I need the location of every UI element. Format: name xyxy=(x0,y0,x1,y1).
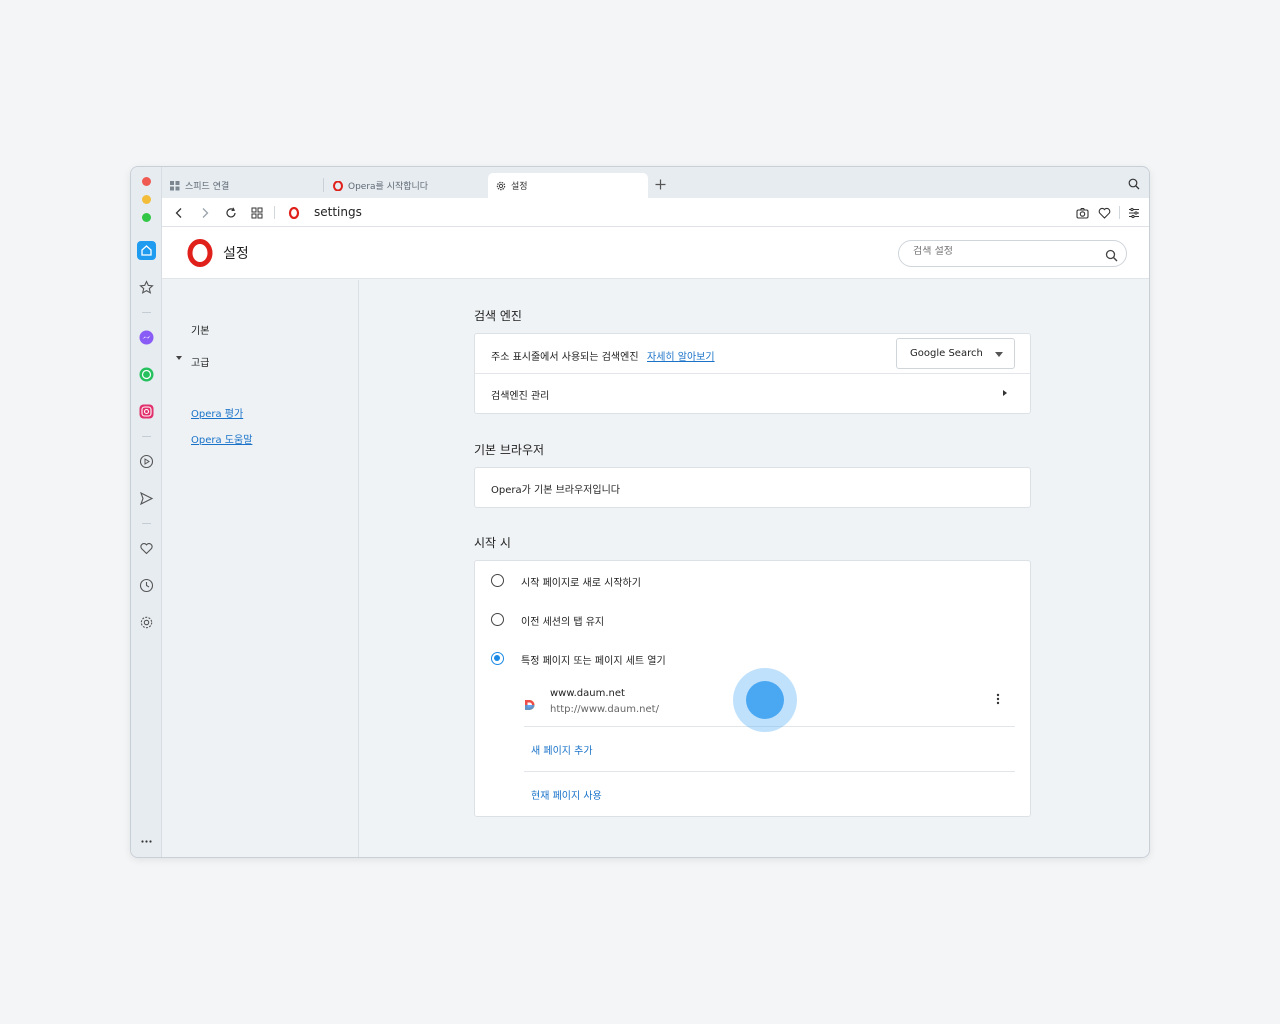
manage-search-engines-row[interactable]: 검색엔진 관리 xyxy=(475,374,1030,414)
default-browser-card: Opera가 기본 브라우저입니다 xyxy=(474,467,1031,508)
add-new-page-link[interactable]: 새 페이지 추가 xyxy=(531,742,593,757)
tab-opera-welcome[interactable]: Opera를 시작합니다 xyxy=(325,173,485,198)
rate-opera-link[interactable]: Opera 평가 xyxy=(191,405,243,420)
home-icon[interactable] xyxy=(137,241,156,260)
default-browser-section-title: 기본 브라우저 xyxy=(474,443,545,457)
settings-header: 설정 xyxy=(162,227,1149,279)
tab-label: 설정 xyxy=(511,182,528,192)
browser-window: 스피드 연결 Opera를 시작합니다 설정 settings 설정 검색 설정… xyxy=(130,166,1150,858)
address-bar: settings xyxy=(162,198,1149,227)
snapshot-icon[interactable] xyxy=(1073,204,1091,222)
maximize-window-button[interactable] xyxy=(142,213,151,222)
easy-setup-icon[interactable] xyxy=(1125,204,1143,222)
nav-basic[interactable]: 기본 xyxy=(191,322,209,337)
settings-gear-icon[interactable] xyxy=(137,613,156,632)
tab-speed-dial[interactable]: 스피드 연결 xyxy=(162,173,322,198)
nav-advanced[interactable]: 고급 xyxy=(191,354,209,369)
chevron-right-icon xyxy=(1003,390,1007,396)
expand-caret-icon[interactable] xyxy=(176,356,182,360)
opera-icon xyxy=(333,180,343,191)
url-text[interactable]: settings xyxy=(314,205,362,219)
selected-engine: Google Search xyxy=(910,348,983,359)
address-bar-engine-label: 주소 표시줄에서 사용되는 검색엔진 xyxy=(491,352,639,363)
sidebar-rail xyxy=(131,167,162,857)
startup-page-url: http://www.daum.net/ xyxy=(550,704,659,715)
search-engine-section-title: 검색 엔진 xyxy=(474,309,522,323)
use-current-pages-link[interactable]: 현재 페이지 사용 xyxy=(531,787,602,802)
reload-icon[interactable] xyxy=(222,204,240,222)
page-title: 설정 xyxy=(223,246,249,262)
opera-logo-icon xyxy=(187,239,213,271)
minimize-window-button[interactable] xyxy=(142,195,151,204)
more-icon[interactable] xyxy=(137,832,156,851)
chevron-down-icon xyxy=(995,352,1003,357)
player-icon[interactable] xyxy=(137,452,156,471)
opera-page-icon xyxy=(285,204,303,222)
tab-grid-icon[interactable] xyxy=(248,204,266,222)
daum-favicon-icon xyxy=(524,696,536,715)
new-tab-icon[interactable] xyxy=(653,177,667,191)
learn-more-link[interactable]: 자세히 알아보기 xyxy=(647,348,715,363)
pinboard-icon[interactable] xyxy=(137,278,156,297)
history-icon[interactable] xyxy=(137,576,156,595)
search-engine-select[interactable]: Google Search xyxy=(896,338,1015,369)
tab-settings[interactable]: 설정 xyxy=(488,173,648,198)
tab-label: 스피드 연결 xyxy=(185,182,230,192)
click-indicator xyxy=(746,681,784,719)
tab-label: Opera를 시작합니다 xyxy=(348,182,429,192)
settings-search-box[interactable] xyxy=(898,240,1127,267)
search-engine-card: 주소 표시줄에서 사용되는 검색엔진 자세히 알아보기 Google Searc… xyxy=(474,333,1031,414)
search-icon[interactable] xyxy=(1105,247,1118,266)
settings-search-input[interactable] xyxy=(913,246,1093,257)
radio-open-specific-pages[interactable] xyxy=(491,652,504,665)
radio-label: 시작 페이지로 새로 시작하기 xyxy=(521,578,641,589)
forward-icon[interactable] xyxy=(196,204,214,222)
send-icon[interactable] xyxy=(137,489,156,508)
heart-icon[interactable] xyxy=(137,539,156,558)
tab-search-icon[interactable] xyxy=(1127,177,1141,191)
radio-label: 특정 페이지 또는 페이지 세트 열기 xyxy=(521,656,666,667)
whatsapp-icon[interactable] xyxy=(137,365,156,384)
back-icon[interactable] xyxy=(170,204,188,222)
startup-page-title: www.daum.net xyxy=(550,688,625,699)
more-vert-icon[interactable] xyxy=(993,692,1003,706)
opera-help-link[interactable]: Opera 도움말 xyxy=(191,431,252,446)
settings-page: 설정 기본 고급 Opera 평가 Opera 도움말 검색 엔진 주소 표시줄… xyxy=(162,227,1149,857)
settings-left-nav: 기본 고급 Opera 평가 Opera 도움말 xyxy=(162,280,359,857)
gear-icon xyxy=(496,181,506,191)
close-window-button[interactable] xyxy=(142,177,151,186)
speed-dial-icon xyxy=(170,180,180,191)
default-browser-status: Opera가 기본 브라우저입니다 xyxy=(491,485,620,496)
radio-start-fresh[interactable] xyxy=(491,574,504,587)
radio-label: 이전 세션의 탭 유지 xyxy=(521,617,605,628)
tab-strip: 스피드 연결 Opera를 시작합니다 설정 xyxy=(162,167,1149,198)
radio-keep-tabs[interactable] xyxy=(491,613,504,626)
manage-search-engines-label: 검색엔진 관리 xyxy=(491,391,550,402)
bookmark-heart-icon[interactable] xyxy=(1095,204,1113,222)
messenger-icon[interactable] xyxy=(137,328,156,347)
instagram-icon[interactable] xyxy=(137,402,156,421)
on-startup-section-title: 시작 시 xyxy=(474,536,511,550)
